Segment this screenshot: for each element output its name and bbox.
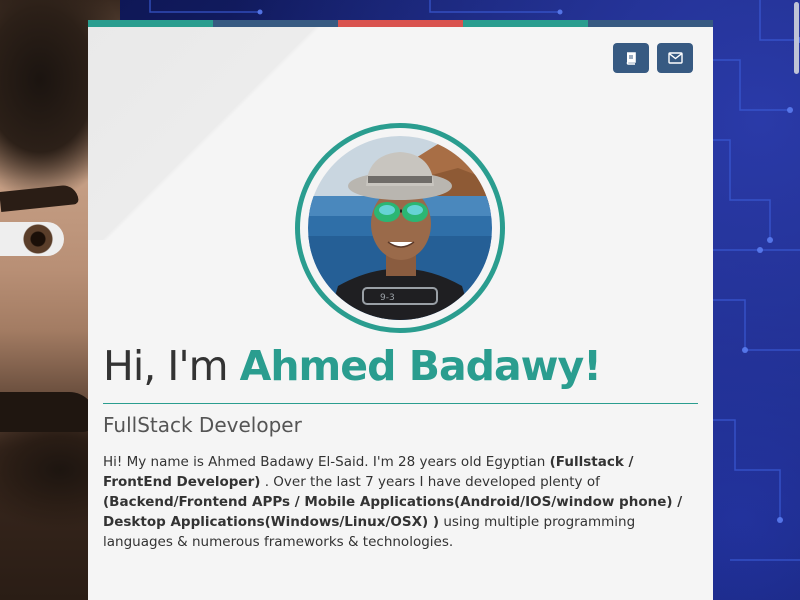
portrait-eye (0, 222, 64, 256)
envelope-icon (667, 52, 683, 64)
bio-text: . Over the last 7 years I have developed… (260, 474, 600, 490)
avatar: 9-3 (308, 136, 492, 320)
page-title: Hi, I'm Ahmed Badawy! (103, 342, 602, 390)
profile-role: FullStack Developer (103, 413, 302, 437)
title-divider (103, 403, 698, 404)
greeting-text: Hi, I'm (103, 342, 240, 390)
portrait-beard (0, 392, 96, 432)
book-icon (626, 52, 636, 65)
profile-bio: Hi! My name is Ahmed Badawy El-Said. I'm… (103, 452, 703, 552)
shirt-print: 9-3 (380, 293, 395, 303)
stripe-segment (588, 20, 713, 27)
resume-button[interactable] (613, 43, 649, 73)
avatar-frame: 9-3 (295, 123, 505, 333)
stripe-segment (213, 20, 338, 27)
stripe-segment (463, 20, 588, 27)
stripe-segment (88, 20, 213, 27)
top-color-stripe (88, 20, 713, 27)
stripe-segment (338, 20, 463, 27)
contact-button[interactable] (657, 43, 693, 73)
bio-text: Hi! My name is Ahmed Badawy El-Said. I'm… (103, 454, 550, 470)
avatar-border: 9-3 (300, 128, 500, 328)
profile-name: Ahmed Badawy! (239, 342, 602, 390)
profile-card: 9-3 Hi, I'm Ahmed Badawy! FullStack Deve… (88, 20, 713, 600)
portrait-eyebrow (0, 183, 79, 213)
page-scrollbar[interactable] (794, 2, 799, 74)
avatar-photo: 9-3 (308, 136, 492, 320)
